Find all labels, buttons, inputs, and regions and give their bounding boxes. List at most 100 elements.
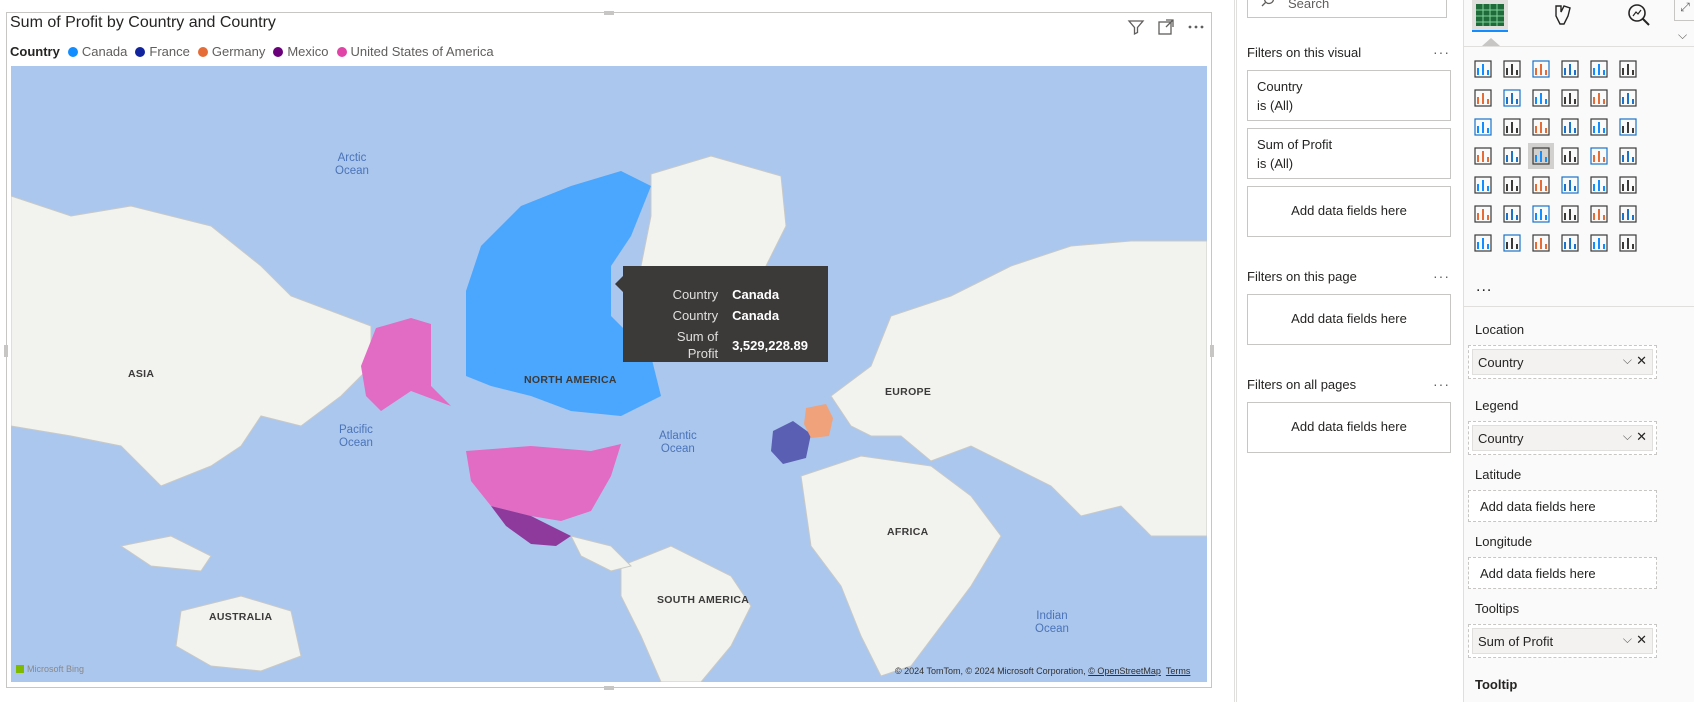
treemap-icon[interactable] — [1474, 147, 1492, 165]
resize-handle-right[interactable] — [1210, 345, 1214, 357]
build-visual-tab[interactable] — [1472, 0, 1508, 32]
tooltips-well[interactable]: Sum of Profit ⌵ ✕ — [1468, 624, 1657, 658]
chevron-down-icon[interactable]: ⌵ — [1623, 429, 1632, 444]
clustered-bar-icon[interactable] — [1532, 60, 1550, 78]
filled-map-icon[interactable] — [1528, 143, 1554, 169]
remove-field-icon[interactable]: ✕ — [1636, 353, 1647, 369]
chevron-down-icon[interactable]: ⌵ — [1623, 632, 1632, 647]
osm-link[interactable]: © OpenStreetMap — [1088, 666, 1161, 676]
card-icon[interactable] — [1619, 147, 1637, 165]
clustered-column-icon[interactable] — [1561, 60, 1579, 78]
visual-type-gallery — [1470, 56, 1670, 299]
slicer-icon[interactable] — [1532, 176, 1550, 194]
remove-field-icon[interactable]: ✕ — [1636, 632, 1647, 648]
line-clustered-icon[interactable] — [1619, 89, 1637, 107]
chevron-down-icon[interactable]: ⌵ — [1623, 353, 1632, 368]
filter-card-country[interactable]: Country is (All) — [1247, 70, 1451, 121]
map-icon[interactable] — [1503, 147, 1521, 165]
legend-label: Canada — [81, 44, 128, 59]
100-bar-icon[interactable] — [1590, 60, 1608, 78]
tooltip-pointer — [615, 276, 623, 292]
filter-search-input[interactable]: Search — [1247, 0, 1447, 18]
remove-field-icon[interactable]: ✕ — [1636, 429, 1647, 445]
python-visual-icon[interactable] — [1474, 205, 1492, 223]
tooltip-row: Sum of Profit 3,529,228.89 — [639, 326, 812, 364]
waterfall-icon[interactable] — [1503, 118, 1521, 136]
stacked-bar-icon[interactable] — [1474, 60, 1492, 78]
filter-icon[interactable] — [1125, 16, 1147, 38]
ocean-label-pacific: Pacific Ocean — [339, 424, 373, 449]
gauge-icon[interactable] — [1590, 147, 1608, 165]
azure-map-icon[interactable] — [1561, 147, 1579, 165]
resize-handle-left[interactable] — [4, 345, 8, 357]
resize-handle-bottom[interactable] — [604, 686, 614, 690]
filter-card-sum-of-profit[interactable]: Sum of Profit is (All) — [1247, 128, 1451, 179]
legend-dot — [135, 46, 146, 57]
central-america-land — [570, 535, 632, 572]
longitude-well[interactable]: Add data fields here — [1468, 557, 1657, 589]
tooltips-field-chip[interactable]: Sum of Profit ⌵ ✕ — [1472, 628, 1653, 654]
latitude-well[interactable]: Add data fields here — [1468, 490, 1657, 522]
legend-item-usa[interactable]: United States of America — [336, 44, 494, 59]
multi-card-icon[interactable] — [1474, 176, 1492, 194]
focus-mode-icon[interactable] — [1155, 16, 1177, 38]
expand-pane-icon[interactable]: ⤢ — [1674, 0, 1694, 21]
viz-section-divider — [1463, 306, 1694, 307]
smart-narrative-icon[interactable] — [1590, 205, 1608, 223]
tooltip-value: 3,529,228.89 — [732, 337, 808, 353]
terms-link[interactable]: Terms — [1166, 666, 1191, 676]
table-icon[interactable] — [1561, 176, 1579, 194]
key-influencers-icon[interactable] — [1503, 205, 1521, 223]
filters-page-more-button[interactable]: ··· — [1433, 268, 1450, 284]
stacked-area-icon[interactable] — [1532, 89, 1550, 107]
australia-land — [175, 595, 302, 672]
decomposition-tree-icon[interactable] — [1532, 205, 1550, 223]
more-visuals-button[interactable]: ... — [1476, 278, 1492, 296]
resize-handle-top[interactable] — [604, 11, 614, 15]
paginated-report-icon[interactable] — [1474, 234, 1492, 252]
continent-label-europe: EUROPE — [885, 386, 932, 398]
legend-item-germany[interactable]: Germany — [197, 44, 265, 59]
filters-visual-more-button[interactable]: ··· — [1433, 44, 1450, 60]
funnel-icon[interactable] — [1532, 118, 1550, 136]
r-visual-icon[interactable] — [1619, 176, 1637, 194]
power-apps-icon[interactable] — [1503, 234, 1521, 252]
tooltip-section-label: Tooltip — [1475, 677, 1518, 692]
legend-item-canada[interactable]: Canada — [67, 44, 128, 59]
filters-all-more-button[interactable]: ··· — [1433, 376, 1450, 392]
custom-visual-icon[interactable] — [1590, 234, 1608, 252]
line-column-icon[interactable] — [1590, 89, 1608, 107]
all-pages-add-data-fields-dropzone[interactable]: Add data fields here — [1247, 402, 1451, 453]
goals-icon[interactable] — [1619, 205, 1637, 223]
ribbon-icon[interactable] — [1561, 89, 1579, 107]
arcgis-icon[interactable] — [1561, 234, 1579, 252]
power-automate-icon[interactable] — [1532, 234, 1550, 252]
more-shapes-icon[interactable] — [1619, 234, 1637, 252]
pie-icon[interactable] — [1590, 118, 1608, 136]
analytics-tab[interactable] — [1620, 0, 1656, 30]
legend-item-mexico[interactable]: Mexico — [273, 44, 329, 59]
location-well[interactable]: Country ⌵ ✕ — [1468, 345, 1657, 379]
legend-field-chip[interactable]: Country ⌵ ✕ — [1472, 425, 1653, 451]
legend-item-france[interactable]: France — [135, 44, 190, 59]
map-canvas[interactable]: Arctic Ocean Pacific Ocean Atlantic Ocea… — [11, 66, 1207, 682]
page-add-data-fields-dropzone[interactable]: Add data fields here — [1247, 294, 1451, 345]
legend-well[interactable]: Country ⌵ ✕ — [1468, 421, 1657, 455]
visual-add-data-fields-dropzone[interactable]: Add data fields here — [1247, 186, 1451, 237]
area-chart-icon[interactable] — [1503, 89, 1521, 107]
legend-well-label: Legend — [1475, 398, 1519, 413]
scatter-icon[interactable] — [1561, 118, 1579, 136]
location-field-chip[interactable]: Country ⌵ ✕ — [1472, 349, 1653, 375]
stacked-column-icon[interactable] — [1503, 60, 1521, 78]
ribbon-chart-icon[interactable] — [1474, 118, 1492, 136]
matrix-icon[interactable] — [1590, 176, 1608, 194]
100-column-icon[interactable] — [1619, 60, 1637, 78]
more-options-icon[interactable] — [1185, 16, 1207, 38]
kpi-icon[interactable] — [1503, 176, 1521, 194]
filters-on-all-pages-header: Filters on all pages — [1247, 377, 1357, 392]
format-visual-tab[interactable] — [1545, 0, 1581, 30]
qa-icon[interactable] — [1561, 205, 1579, 223]
line-chart-icon[interactable] — [1474, 89, 1492, 107]
donut-icon[interactable] — [1619, 118, 1637, 136]
collapse-chevron-icon[interactable]: ⌵ — [1678, 28, 1687, 43]
